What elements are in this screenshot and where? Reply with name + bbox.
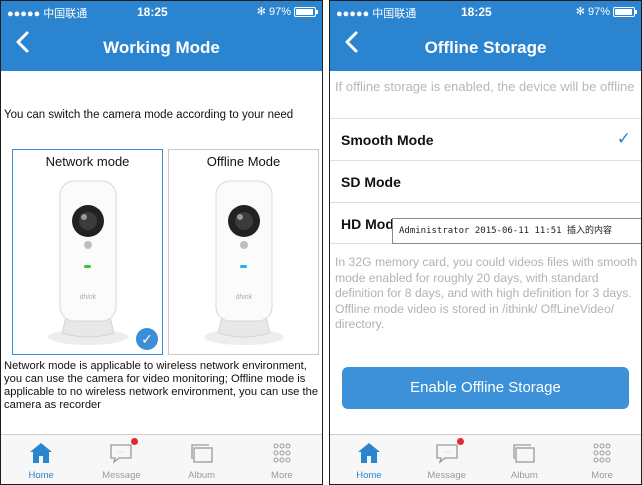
battery-percent: 97%: [268, 5, 291, 18]
bluetooth-icon: ✻: [575, 6, 585, 18]
comment-tooltip: Administrator 2015-06-11 11:51 插入的内容: [392, 218, 641, 244]
network-mode-label: Network mode: [45, 154, 130, 169]
offline-note: If offline storage is enabled, the devic…: [335, 79, 635, 94]
page-title: Offline Storage: [424, 38, 547, 57]
carrier-signal: ●●●●● 中国联通: [336, 8, 417, 20]
battery-icon: [613, 6, 637, 17]
camera-brand-text: ithink: [235, 294, 252, 301]
nav-bar: Working Mode: [1, 21, 322, 71]
intro-text: You can switch the camera mode according…: [4, 109, 294, 121]
tab-more[interactable]: More: [563, 435, 641, 484]
status-bar: ●●●●● 中国联通 18:25 ✻ 97%: [330, 1, 641, 21]
notification-badge: [131, 438, 139, 445]
tab-label: More: [271, 470, 293, 481]
album-icon: [513, 444, 536, 463]
storage-info: In 32G memory card, you could videos fil…: [335, 255, 638, 332]
tab-message[interactable]: ··· Message: [408, 435, 486, 484]
camera-image: ithink: [203, 180, 284, 345]
tab-home[interactable]: Home: [1, 435, 81, 484]
tab-label: Album: [188, 470, 216, 481]
more-icon: [273, 443, 291, 463]
tab-label: Message: [102, 470, 141, 481]
tab-message[interactable]: ··· Message: [81, 435, 161, 484]
tab-bar: Home ··· Message Album More: [330, 434, 641, 484]
offline-mode-label: Offline Mode: [206, 154, 281, 169]
nav-bar: Offline Storage: [330, 21, 641, 71]
tab-label: More: [591, 470, 613, 481]
offline-mode-card[interactable]: Offline Mode ithink: [168, 149, 319, 355]
smooth-mode-option[interactable]: Smooth Mode ✓: [330, 118, 641, 160]
working-mode-content: You can switch the camera mode according…: [1, 71, 322, 434]
tab-label: Album: [510, 470, 538, 481]
battery-percent: 97%: [587, 5, 610, 18]
svg-text:···: ···: [118, 449, 125, 456]
offline-storage-screen: ●●●●● 中国联通 18:25 ✻ 97% Offline Storage I…: [329, 0, 642, 485]
camera-image: ithink: [47, 180, 128, 345]
option-label: SD Mode: [341, 174, 401, 190]
album-icon: [190, 444, 213, 463]
tab-album[interactable]: Album: [486, 435, 564, 484]
notification-badge: [456, 438, 464, 445]
camera-brand-text: ithink: [79, 294, 96, 301]
network-mode-card[interactable]: Network mode ithink ✓: [12, 149, 163, 355]
working-mode-screen: ●●●●● 中国联通 18:25 ✻ 97% Working Mode You …: [0, 0, 323, 485]
tab-label: Home: [28, 470, 54, 481]
status-time: 18:25: [137, 5, 168, 19]
home-icon: [357, 443, 380, 463]
tab-more[interactable]: More: [242, 435, 322, 484]
tab-album[interactable]: Album: [162, 435, 242, 484]
status-bar: ●●●●● 中国联通 18:25 ✻ 97%: [1, 1, 322, 21]
carrier-signal: ●●●●● 中国联通: [7, 8, 88, 20]
checkmark-icon: ✓: [616, 129, 631, 148]
status-right: ✻ 97%: [256, 5, 318, 18]
page-title: Working Mode: [103, 38, 220, 57]
status-time: 18:25: [461, 5, 492, 19]
message-icon: ···: [435, 444, 458, 464]
tab-home[interactable]: Home: [330, 435, 408, 484]
bluetooth-icon: ✻: [256, 6, 266, 18]
message-icon: ···: [110, 444, 133, 464]
enable-offline-storage-button[interactable]: Enable Offline Storage: [342, 367, 629, 409]
home-icon: [30, 443, 53, 463]
offline-storage-content: If offline storage is enabled, the devic…: [330, 71, 641, 434]
option-label: Smooth Mode: [341, 132, 434, 148]
mode-description: Network mode is applicable to wireless n…: [4, 360, 319, 411]
status-right: ✻ 97%: [575, 5, 637, 18]
selected-check-icon: ✓: [136, 328, 158, 350]
more-icon: [593, 443, 611, 463]
sd-mode-option[interactable]: SD Mode: [330, 160, 641, 202]
svg-text:···: ···: [443, 449, 450, 456]
tab-label: Home: [356, 470, 382, 481]
battery-icon: [294, 6, 318, 17]
tab-label: Message: [427, 470, 466, 481]
tab-bar: Home ··· Message Album More: [1, 434, 322, 484]
